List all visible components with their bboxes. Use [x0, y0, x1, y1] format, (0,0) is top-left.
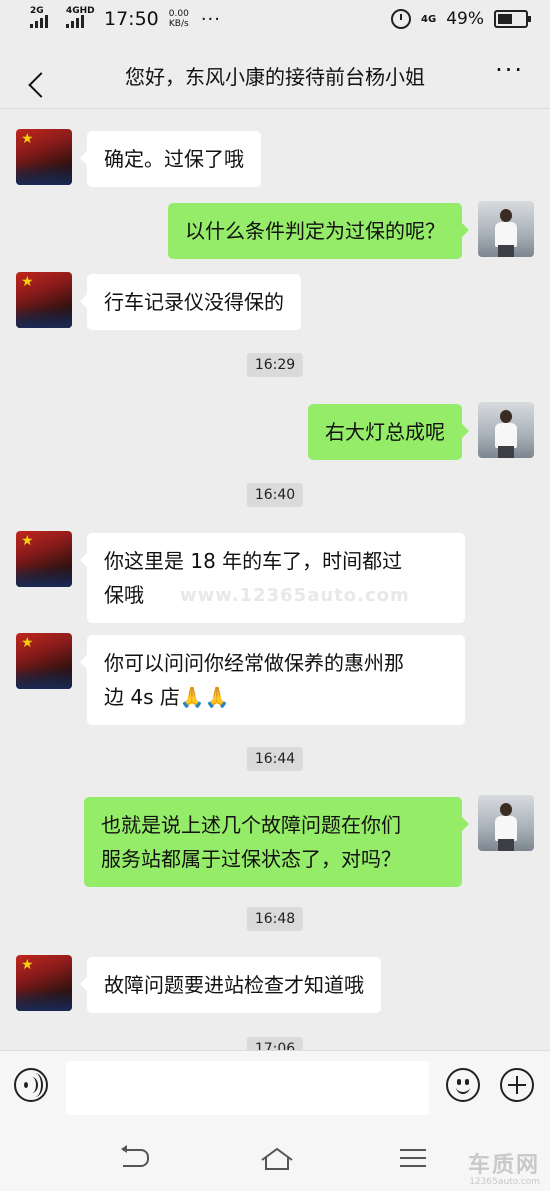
message-line: 你可以问问你经常做保养的惠州那 [104, 651, 404, 675]
watermark: www.12365auto.com [180, 585, 410, 606]
net-speed: 0.00 KB/s [169, 9, 189, 29]
message-input[interactable] [66, 1061, 429, 1115]
voice-button[interactable] [14, 1068, 48, 1102]
message-bubble[interactable]: 你可以问问你经常做保养的惠州那 边 4s 店🙏🙏 [80, 635, 465, 725]
avatar[interactable]: ★ [16, 955, 72, 1011]
timestamp: 17:06 [246, 1037, 304, 1050]
system-nav-bar: 车质网 12365auto.com [0, 1127, 550, 1191]
message-line: 也就是说上述几个故障问题在你们 [101, 813, 401, 837]
network-type: 4G [421, 13, 437, 25]
avatar[interactable]: ★ [16, 531, 72, 587]
message-bubble[interactable]: 行车记录仪没得保的 [80, 274, 301, 330]
message-bubble[interactable]: 右大灯总成呢 [308, 404, 469, 460]
back-arrow-icon [28, 72, 54, 98]
message-line: 服务站都属于过保状态了，对吗？ [101, 847, 401, 871]
status-time: 17:50 [104, 8, 159, 30]
site-logo: 车质网 12365auto.com [468, 1147, 540, 1187]
nav-back-button[interactable] [121, 1145, 149, 1167]
net-speed-unit: KB/s [168, 19, 189, 29]
message-bubble[interactable]: 你这里是 18 年的车了，时间都过 保哦 [80, 533, 465, 623]
signal-strength-icon: 2G [30, 6, 56, 30]
notification-dots-icon: ··· [200, 8, 221, 30]
timestamp: 16:44 [246, 747, 304, 771]
message-line: 你这里是 18 年的车了，时间都过 [104, 549, 403, 573]
message-bubble[interactable]: 也就是说上述几个故障问题在你们 服务站都属于过保状态了，对吗？ [84, 797, 469, 887]
battery-icon [494, 10, 531, 28]
home-icon [261, 1147, 293, 1170]
chat-header: 您好，东风小康的接待前台杨小姐 ··· [0, 42, 550, 109]
battery-percent: 49% [446, 9, 484, 29]
more-options-button[interactable]: ··· [495, 56, 524, 84]
net-speed-value: 0.00 [168, 9, 189, 19]
more-icon: ··· [495, 56, 524, 84]
signal-strength-icon-2: 4GHD [66, 6, 95, 30]
timestamp: 16:40 [246, 483, 304, 507]
avatar[interactable]: ★ [16, 633, 72, 689]
alarm-icon [391, 9, 412, 29]
message-bubble[interactable]: 以什么条件判定为过保的呢？ [168, 203, 469, 259]
avatar[interactable] [478, 795, 534, 851]
avatar[interactable] [478, 402, 534, 458]
input-bar [0, 1050, 550, 1127]
nav-menu-button[interactable] [400, 1149, 426, 1167]
plus-button[interactable] [500, 1068, 534, 1102]
message-list[interactable]: ★ 确定。过保了哦 以什么条件判定为过保的呢？ ★ 行车记录仪没得保的 16:2… [0, 109, 550, 1050]
message-bubble[interactable]: 确定。过保了哦 [80, 131, 261, 187]
avatar[interactable]: ★ [16, 129, 72, 185]
nav-home-button[interactable] [260, 1147, 293, 1170]
back-button[interactable] [10, 56, 54, 98]
timestamp: 16:48 [246, 907, 304, 931]
message-bubble[interactable]: 故障问题要进站检查才知道哦 [80, 957, 381, 1013]
logo-text: 车质网 [467, 1153, 540, 1178]
avatar[interactable] [478, 201, 534, 257]
emoji-button[interactable] [446, 1068, 480, 1102]
logo-url: 12365auto.com [469, 1177, 540, 1187]
timestamp: 16:29 [246, 353, 304, 377]
chat-title: 您好，东风小康的接待前台杨小姐 [125, 65, 425, 89]
message-line: 边 4s 店🙏🙏 [104, 685, 230, 709]
avatar[interactable]: ★ [16, 272, 72, 328]
status-bar: 2G 4GHD 17:50 0.00 KB/s ··· 4G 49% [0, 0, 550, 42]
